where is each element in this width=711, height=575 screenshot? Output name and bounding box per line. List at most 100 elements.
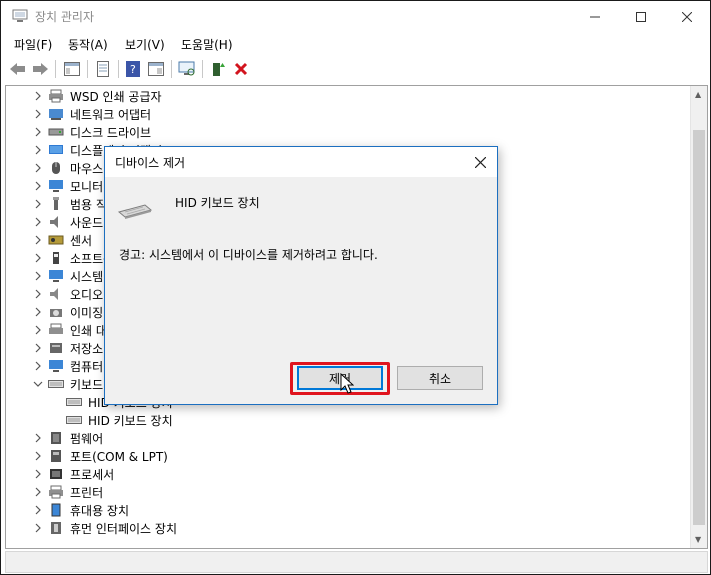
tree-item-label: 펌웨어 bbox=[70, 432, 104, 446]
chevron-right-icon[interactable] bbox=[33, 163, 43, 173]
scroll-thumb[interactable] bbox=[693, 130, 705, 525]
forward-button[interactable] bbox=[29, 58, 51, 80]
toolbar: ? bbox=[1, 55, 710, 83]
back-button[interactable] bbox=[7, 58, 29, 80]
tree-item-label: 컴퓨터 bbox=[70, 360, 104, 374]
tree-category-item[interactable]: 네트워크 어댑터 bbox=[6, 105, 690, 123]
monitor-icon bbox=[49, 180, 63, 192]
help-icon: ? bbox=[126, 61, 140, 77]
chevron-right-icon[interactable] bbox=[33, 487, 43, 497]
tree-item-label: 프로세서 bbox=[70, 468, 115, 482]
menu-view[interactable]: 보기(V) bbox=[125, 36, 165, 53]
mouse-cursor-icon bbox=[340, 373, 354, 394]
network-adapter-icon bbox=[49, 109, 63, 120]
update-driver-button[interactable] bbox=[207, 58, 229, 80]
tree-category-item[interactable]: 프로세서 bbox=[6, 465, 690, 483]
show-hide-tree-icon bbox=[64, 62, 80, 76]
scroll-down-icon[interactable]: ▼ bbox=[695, 535, 701, 544]
usb-icon bbox=[53, 197, 59, 210]
keyboard-icon bbox=[48, 380, 64, 388]
device-manager-icon bbox=[12, 9, 28, 22]
vertical-scrollbar[interactable]: ▲ ▼ bbox=[690, 86, 707, 548]
title-bar: 장치 관리자 bbox=[1, 1, 710, 32]
chevron-down-icon[interactable] bbox=[33, 379, 43, 389]
mouse-icon bbox=[52, 162, 60, 174]
properties-icon bbox=[97, 61, 109, 77]
menu-file[interactable]: 파일(F) bbox=[14, 36, 52, 53]
processor-icon bbox=[50, 469, 62, 479]
printer-icon bbox=[49, 485, 63, 499]
chevron-right-icon[interactable] bbox=[33, 343, 43, 353]
chevron-right-icon[interactable] bbox=[33, 199, 43, 209]
tree-category-item[interactable]: 디스크 드라이브 bbox=[6, 123, 690, 141]
tree-item-label: 휴먼 인터페이스 장치 bbox=[70, 522, 177, 536]
uninstall-device-button[interactable] bbox=[230, 58, 252, 80]
disk-drive-icon bbox=[48, 128, 64, 136]
toolbar-separator bbox=[87, 60, 88, 78]
maximize-button[interactable] bbox=[618, 1, 664, 32]
menu-bar: 파일(F) 동작(A) 보기(V) 도움말(H) bbox=[1, 32, 710, 54]
port-icon bbox=[51, 450, 61, 462]
close-button[interactable] bbox=[664, 1, 710, 32]
back-arrow-icon bbox=[10, 63, 25, 75]
chevron-right-icon[interactable] bbox=[33, 505, 43, 515]
dialog-close-button[interactable] bbox=[463, 147, 497, 177]
chevron-right-icon[interactable] bbox=[33, 433, 43, 443]
close-icon bbox=[474, 156, 486, 168]
hid-icon bbox=[51, 522, 61, 534]
system-device-icon bbox=[49, 270, 63, 282]
tree-category-item[interactable]: 펌웨어 bbox=[6, 429, 690, 447]
keyboard-device-icon bbox=[117, 204, 153, 219]
software-device-icon bbox=[53, 252, 59, 264]
chevron-right-icon[interactable] bbox=[33, 127, 43, 137]
chevron-right-icon[interactable] bbox=[33, 91, 43, 101]
chevron-right-icon[interactable] bbox=[33, 145, 43, 155]
chevron-right-icon[interactable] bbox=[33, 325, 43, 335]
chevron-right-icon[interactable] bbox=[33, 253, 43, 263]
toolbar-separator bbox=[171, 60, 172, 78]
action-view-button[interactable] bbox=[145, 58, 167, 80]
forward-arrow-icon bbox=[33, 63, 48, 75]
close-icon bbox=[682, 11, 692, 22]
chevron-right-icon[interactable] bbox=[33, 235, 43, 245]
tree-item-label: 포트(COM & LPT) bbox=[70, 450, 168, 464]
show-hide-tree-button[interactable] bbox=[61, 58, 83, 80]
chevron-right-icon[interactable] bbox=[33, 181, 43, 191]
window-title: 장치 관리자 bbox=[35, 10, 95, 24]
chevron-right-icon[interactable] bbox=[33, 109, 43, 119]
tree-child-item[interactable]: HID 키보드 장치 bbox=[6, 411, 690, 429]
chevron-right-icon[interactable] bbox=[33, 217, 43, 227]
keyboard-device-icon bbox=[66, 416, 82, 424]
tree-item-label: HID 키보드 장치 bbox=[88, 414, 173, 428]
scan-hardware-button[interactable] bbox=[176, 58, 198, 80]
tree-item-label: 센서 bbox=[70, 234, 93, 248]
tree-category-item[interactable]: 휴대용 장치 bbox=[6, 501, 690, 519]
tree-category-item[interactable]: WSD 인쇄 공급자 bbox=[6, 87, 690, 105]
chevron-right-icon[interactable] bbox=[33, 361, 43, 371]
tree-category-item[interactable]: 포트(COM & LPT) bbox=[6, 447, 690, 465]
toolbar-separator bbox=[55, 60, 56, 78]
dialog-device-name: HID 키보드 장치 bbox=[175, 196, 260, 210]
imaging-icon bbox=[50, 309, 62, 317]
toolbar-separator bbox=[118, 60, 119, 78]
display-adapter-icon bbox=[49, 145, 63, 154]
cancel-button[interactable]: 취소 bbox=[397, 366, 483, 390]
printer-icon bbox=[49, 89, 63, 103]
chevron-right-icon[interactable] bbox=[33, 469, 43, 479]
chevron-right-icon[interactable] bbox=[33, 271, 43, 281]
scroll-up-icon[interactable]: ▲ bbox=[695, 90, 701, 99]
help-button[interactable]: ? bbox=[122, 58, 144, 80]
menu-help[interactable]: 도움말(H) bbox=[181, 36, 233, 53]
chevron-right-icon[interactable] bbox=[33, 307, 43, 317]
minimize-button[interactable] bbox=[572, 1, 618, 32]
properties-button[interactable] bbox=[92, 58, 114, 80]
tree-category-item[interactable]: 휴먼 인터페이스 장치 bbox=[6, 519, 690, 537]
chevron-right-icon[interactable] bbox=[33, 451, 43, 461]
menu-action[interactable]: 동작(A) bbox=[68, 36, 108, 53]
tree-category-item[interactable]: 프린터 bbox=[6, 483, 690, 501]
tree-item-label: 휴대용 장치 bbox=[70, 504, 130, 518]
minimize-icon bbox=[590, 16, 600, 17]
action-view-icon bbox=[148, 62, 164, 76]
chevron-right-icon[interactable] bbox=[33, 523, 43, 533]
chevron-right-icon[interactable] bbox=[33, 289, 43, 299]
